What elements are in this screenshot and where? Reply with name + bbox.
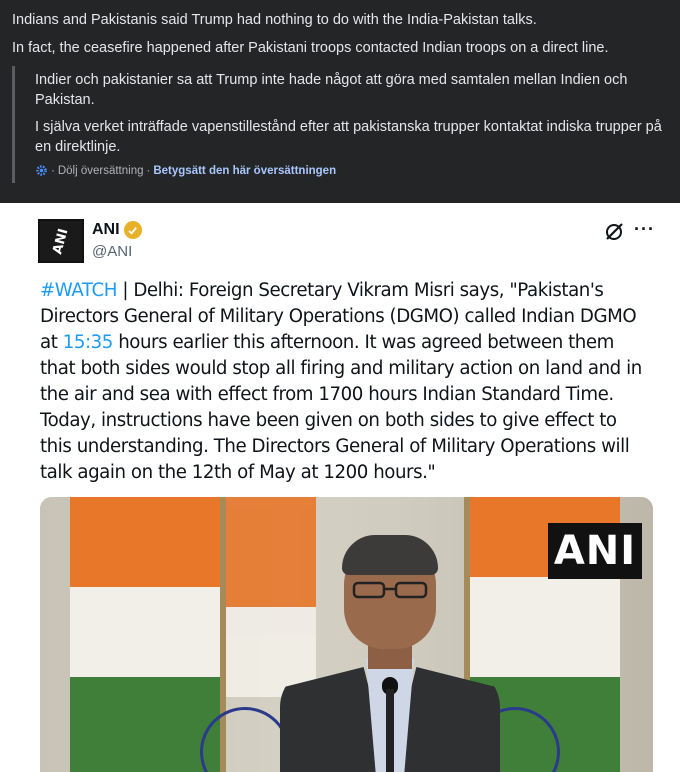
hashtag-link: #WATCH <box>40 280 117 301</box>
avatar-text: ANI <box>50 226 72 256</box>
rate-translation-link[interactable]: Betygsätt den här översättningen <box>153 165 336 177</box>
glasses <box>352 581 428 599</box>
more-options-icon: ··· <box>634 219 655 239</box>
translation-block: Indier och pakistanier sa att Trump inte… <box>12 66 668 183</box>
grok-icon <box>606 223 623 240</box>
gear-icon[interactable] <box>35 164 48 177</box>
tweet-author-handle: @ANI <box>92 243 133 260</box>
verified-badge-icon <box>123 221 142 239</box>
tweet-screenshot[interactable]: ANI ANI @ANI ··· #WATCH | Delhi: Foreign… <box>0 203 680 772</box>
tweet-header: ANI ANI @ANI ··· <box>38 219 658 269</box>
speaker-figure <box>270 535 510 772</box>
separator: · <box>51 164 55 177</box>
translation-footer: · Dölj översättning · Betygsätt den här … <box>35 164 668 177</box>
tweet-video-thumbnail: ANI <box>40 497 653 772</box>
ani-logo: ANI <box>548 523 642 579</box>
tweet-author-name: ANI <box>92 221 142 239</box>
flag-left <box>70 497 220 772</box>
separator: · <box>146 164 151 177</box>
tweet-body: #WATCH | Delhi: Foreign Secretary Vikram… <box>40 278 650 486</box>
speaker-hair <box>342 535 438 575</box>
translation-line-2: I själva verket inträffade vapenstillest… <box>35 119 662 155</box>
time-link: 15:35 <box>62 332 114 353</box>
post-line-1: Indians and Pakistanis said Trump had no… <box>12 12 537 28</box>
post-line-2: In fact, the ceasefire happened after Pa… <box>12 40 609 56</box>
avatar: ANI <box>38 219 84 263</box>
post-text: Indians and Pakistanis said Trump had no… <box>0 0 680 58</box>
author-name: ANI <box>92 221 120 238</box>
microphone-stand <box>386 689 394 772</box>
hide-translation-link[interactable]: Dölj översättning <box>58 165 144 177</box>
translation-line-1: Indier och pakistanier sa att Trump inte… <box>35 72 628 108</box>
tweet-text-part-2: hours earlier this afternoon. It was agr… <box>40 332 642 483</box>
